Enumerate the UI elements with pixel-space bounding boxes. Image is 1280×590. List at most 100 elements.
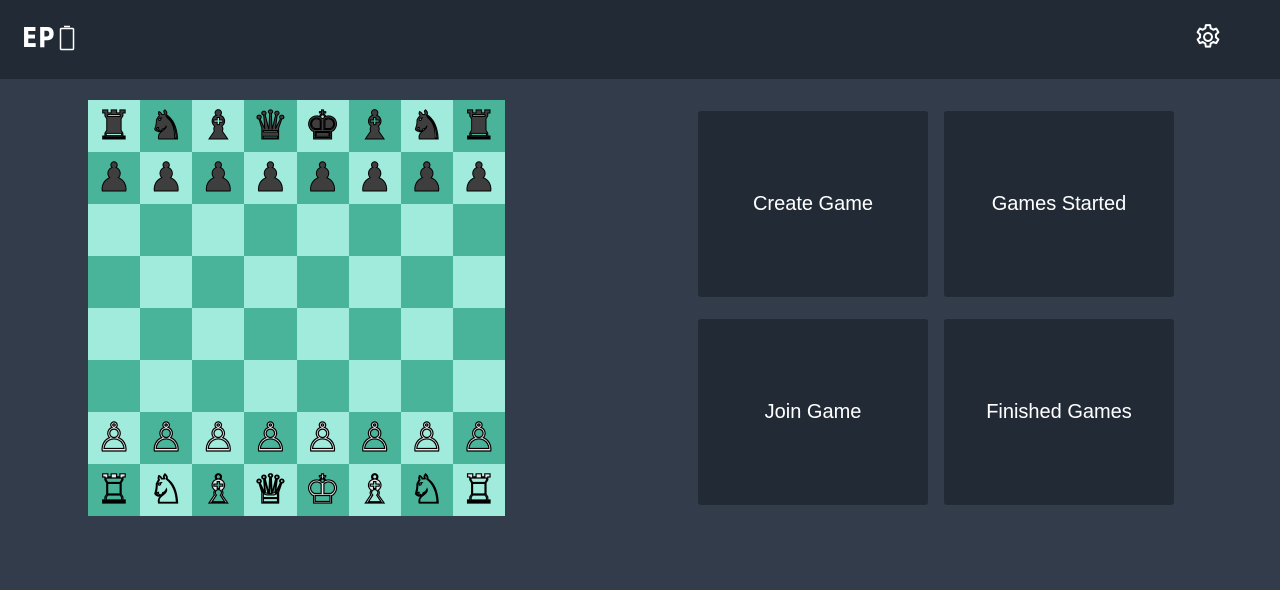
square-a5[interactable] xyxy=(88,256,141,308)
square-g3[interactable] xyxy=(400,360,453,412)
black-piece[interactable]: ♟ xyxy=(408,158,445,199)
square-a6[interactable] xyxy=(88,204,141,256)
white-piece[interactable]: ♙ xyxy=(96,417,133,458)
square-b2[interactable]: ♙ xyxy=(140,412,193,464)
square-d3[interactable] xyxy=(244,360,297,412)
square-g5[interactable] xyxy=(400,256,453,308)
square-h6[interactable] xyxy=(452,204,505,256)
square-f5[interactable] xyxy=(348,256,401,308)
square-d6[interactable] xyxy=(244,204,297,256)
square-e8[interactable]: ♚ xyxy=(296,100,349,152)
white-piece[interactable]: ♙ xyxy=(252,417,289,458)
black-piece[interactable]: ♞ xyxy=(408,106,445,147)
white-piece[interactable]: ♕ xyxy=(252,469,289,510)
white-piece[interactable]: ♙ xyxy=(408,417,445,458)
square-g7[interactable]: ♟ xyxy=(400,152,453,204)
square-f2[interactable]: ♙ xyxy=(348,412,401,464)
square-b8[interactable]: ♞ xyxy=(140,100,193,152)
white-piece[interactable]: ♙ xyxy=(200,417,237,458)
square-f3[interactable] xyxy=(348,360,401,412)
square-g1[interactable]: ♘ xyxy=(400,464,453,516)
square-a4[interactable] xyxy=(88,308,141,360)
square-b5[interactable] xyxy=(140,256,193,308)
games-started-button[interactable]: Games Started xyxy=(944,111,1174,297)
white-piece[interactable]: ♙ xyxy=(460,417,497,458)
square-d4[interactable] xyxy=(244,308,297,360)
square-c7[interactable]: ♟ xyxy=(192,152,245,204)
square-d8[interactable]: ♛ xyxy=(244,100,297,152)
chess-board[interactable]: ♜ ♞ ♝ ♛ ♚ ♝ ♞ ♜ ♟ ♟ ♟ ♟ ♟ ♟ ♟ ♟ ♙ ♙ ♙ ♙ ♙ ♙ ♙ ♙ ♖ ♘ ♗ ♕ ♔ ♗ ♘ ♖ xyxy=(88,100,505,516)
square-h7[interactable]: ♟ xyxy=(452,152,505,204)
black-piece[interactable]: ♟ xyxy=(96,158,133,199)
square-b6[interactable] xyxy=(140,204,193,256)
black-piece[interactable]: ♟ xyxy=(461,158,498,199)
white-piece[interactable]: ♘ xyxy=(408,469,445,510)
square-c5[interactable] xyxy=(192,256,245,308)
black-piece[interactable]: ♛ xyxy=(252,106,289,147)
black-piece[interactable]: ♟ xyxy=(200,158,237,199)
white-piece[interactable]: ♔ xyxy=(304,469,341,510)
square-a7[interactable]: ♟ xyxy=(88,152,141,204)
square-e5[interactable] xyxy=(296,256,349,308)
square-h1[interactable]: ♖ xyxy=(452,464,505,516)
square-d7[interactable]: ♟ xyxy=(244,152,297,204)
white-piece[interactable]: ♗ xyxy=(356,469,393,510)
square-h8[interactable]: ♜ xyxy=(452,100,505,152)
app-logo[interactable]: EP xyxy=(22,22,75,54)
square-d5[interactable] xyxy=(244,256,297,308)
black-piece[interactable]: ♞ xyxy=(148,106,185,147)
black-piece[interactable]: ♟ xyxy=(356,158,393,199)
square-b1[interactable]: ♘ xyxy=(140,464,193,516)
white-piece[interactable]: ♗ xyxy=(200,469,237,510)
square-g4[interactable] xyxy=(400,308,453,360)
square-e2[interactable]: ♙ xyxy=(296,412,349,464)
square-c6[interactable] xyxy=(192,204,245,256)
square-g2[interactable]: ♙ xyxy=(400,412,453,464)
square-f8[interactable]: ♝ xyxy=(348,100,401,152)
white-piece[interactable]: ♖ xyxy=(96,469,133,510)
square-f4[interactable] xyxy=(348,308,401,360)
white-piece[interactable]: ♖ xyxy=(460,469,497,510)
square-h4[interactable] xyxy=(452,308,505,360)
black-piece[interactable]: ♜ xyxy=(461,106,498,147)
square-e7[interactable]: ♟ xyxy=(296,152,349,204)
white-piece[interactable]: ♙ xyxy=(356,417,393,458)
square-c8[interactable]: ♝ xyxy=(192,100,245,152)
square-h5[interactable] xyxy=(452,256,505,308)
black-piece[interactable]: ♚ xyxy=(304,106,341,147)
square-c1[interactable]: ♗ xyxy=(192,464,245,516)
square-g8[interactable]: ♞ xyxy=(400,100,453,152)
square-d2[interactable]: ♙ xyxy=(244,412,297,464)
black-piece[interactable]: ♝ xyxy=(200,106,237,147)
settings-button[interactable] xyxy=(1193,22,1223,52)
square-f6[interactable] xyxy=(348,204,401,256)
square-c2[interactable]: ♙ xyxy=(192,412,245,464)
square-f7[interactable]: ♟ xyxy=(348,152,401,204)
square-b3[interactable] xyxy=(140,360,193,412)
create-game-button[interactable]: Create Game xyxy=(698,111,928,297)
square-c4[interactable] xyxy=(192,308,245,360)
join-game-button[interactable]: Join Game xyxy=(698,319,928,505)
square-h2[interactable]: ♙ xyxy=(452,412,505,464)
finished-games-button[interactable]: Finished Games xyxy=(944,319,1174,505)
square-f1[interactable]: ♗ xyxy=(348,464,401,516)
square-a2[interactable]: ♙ xyxy=(88,412,141,464)
square-a1[interactable]: ♖ xyxy=(88,464,141,516)
square-e1[interactable]: ♔ xyxy=(296,464,349,516)
square-b7[interactable]: ♟ xyxy=(140,152,193,204)
square-a8[interactable]: ♜ xyxy=(88,100,141,152)
square-g6[interactable] xyxy=(400,204,453,256)
white-piece[interactable]: ♘ xyxy=(148,469,185,510)
square-d1[interactable]: ♕ xyxy=(244,464,297,516)
black-piece[interactable]: ♟ xyxy=(304,158,341,199)
square-h3[interactable] xyxy=(452,360,505,412)
black-piece[interactable]: ♜ xyxy=(96,106,133,147)
square-c3[interactable] xyxy=(192,360,245,412)
black-piece[interactable]: ♟ xyxy=(148,158,185,199)
square-e3[interactable] xyxy=(296,360,349,412)
square-b4[interactable] xyxy=(140,308,193,360)
white-piece[interactable]: ♙ xyxy=(148,417,185,458)
square-e4[interactable] xyxy=(296,308,349,360)
black-piece[interactable]: ♟ xyxy=(252,158,289,199)
black-piece[interactable]: ♝ xyxy=(356,106,393,147)
